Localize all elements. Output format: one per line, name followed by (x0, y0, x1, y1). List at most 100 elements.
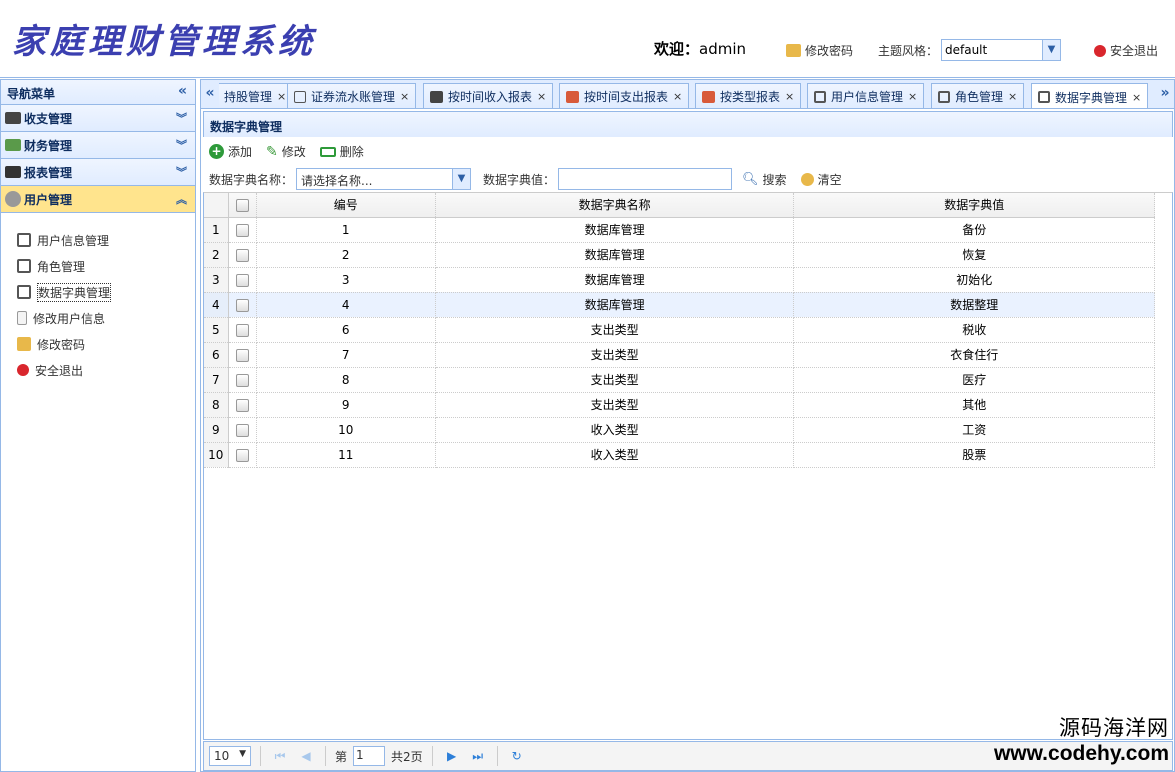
org-chart-icon (566, 90, 579, 103)
column-header-name[interactable]: 数据字典名称 (435, 193, 795, 218)
page-prefix: 第 (335, 749, 348, 764)
username: admin (699, 40, 747, 58)
row-checkbox[interactable] (228, 242, 257, 268)
user-edit-icon (17, 311, 27, 325)
first-page-icon[interactable]: ⏮ (270, 749, 290, 764)
collapse-left-icon[interactable]: « (178, 83, 187, 99)
dict-value-input[interactable] (558, 168, 733, 190)
sidebar-item-roles[interactable]: 角色管理 (17, 253, 195, 279)
close-icon[interactable]: × (537, 90, 546, 103)
menu-label: 修改用户信息 (33, 311, 106, 326)
toolbar: + 添加 ✎ 修改 删除 (209, 143, 364, 160)
theme-select[interactable]: default ▼ (941, 39, 1061, 61)
chevron-down-icon[interactable]: ▼ (1042, 40, 1060, 60)
close-icon[interactable]: × (785, 90, 794, 103)
table-row[interactable]: 2 2 数据库管理 恢复 (204, 242, 1155, 268)
ledger-icon (294, 90, 306, 103)
table-row[interactable]: 8 9 支出类型 其他 (204, 392, 1155, 418)
table-row[interactable]: 7 8 支出类型 医疗 (204, 367, 1155, 393)
tab-type-report[interactable]: 按类型报表 × (695, 83, 802, 108)
close-icon[interactable]: × (1008, 90, 1017, 103)
page-size-select[interactable]: 10 ▼ (209, 746, 251, 766)
search-button[interactable]: 🔍︎ 搜索 (742, 171, 787, 188)
column-header-value[interactable]: 数据字典值 (793, 193, 1155, 218)
prev-page-icon[interactable]: ◀ (296, 749, 316, 763)
table-row[interactable]: 3 3 数据库管理 初始化 (204, 267, 1155, 293)
logout-link[interactable]: 安全退出 (1094, 42, 1158, 59)
row-number: 7 (204, 367, 229, 393)
sidebar-item-user-info[interactable]: 用户信息管理 (17, 227, 195, 253)
sidebar-item-logout[interactable]: 安全退出 (17, 357, 195, 383)
cell-value: 数据整理 (793, 292, 1155, 318)
row-checkbox[interactable] (228, 367, 257, 393)
table-row[interactable]: 9 10 收入类型 工资 (204, 417, 1155, 443)
row-checkbox[interactable] (228, 417, 257, 443)
tab-expense-report[interactable]: 按时间支出报表 × (559, 83, 690, 108)
select-all-checkbox[interactable] (228, 193, 257, 218)
change-password-link[interactable]: 修改密码 (786, 42, 853, 59)
welcome-text: 欢迎：admin (654, 38, 746, 59)
sidebar-item-dictionary[interactable]: 数据字典管理 (17, 279, 195, 305)
cell-name: 支出类型 (435, 342, 795, 368)
tab-securities[interactable]: 证券流水账管理 × (287, 83, 417, 108)
sidebar-section-users[interactable]: 用户管理 ︽ (1, 186, 195, 213)
add-button[interactable]: + 添加 (209, 143, 252, 160)
row-checkbox[interactable] (228, 217, 257, 243)
row-checkbox[interactable] (228, 392, 257, 418)
sidebar-section-reports[interactable]: 报表管理 ︾ (1, 159, 195, 186)
cell-name: 数据库管理 (435, 217, 795, 243)
cell-value: 初始化 (793, 267, 1155, 293)
table-header-row: 编号 数据字典名称 数据字典值 (204, 193, 1155, 218)
section-label: 报表管理 (24, 165, 73, 180)
add-label: 添加 (228, 145, 253, 159)
cell-id: 3 (256, 267, 436, 293)
cell-name: 数据库管理 (435, 267, 795, 293)
tab-scroll-left-icon[interactable]: « (201, 80, 219, 108)
sidebar-item-edit-user[interactable]: 修改用户信息 (17, 305, 195, 331)
main-content: 持股管理 × « 证券流水账管理 × 按时间收入报表 × 按时间支出报表 × 按… (200, 79, 1175, 772)
key-icon (17, 337, 31, 351)
refresh-icon[interactable]: ↻ (507, 749, 527, 763)
close-icon[interactable]: × (277, 90, 286, 103)
tab-label: 角色管理 (955, 90, 1004, 104)
chevron-down-icon: ▼ (239, 749, 246, 759)
cell-id: 8 (256, 367, 436, 393)
sidebar-section-income[interactable]: 收支管理 ︾ (1, 105, 195, 132)
clear-icon (800, 172, 814, 186)
row-checkbox[interactable] (228, 442, 257, 468)
row-checkbox[interactable] (228, 317, 257, 343)
last-page-icon[interactable]: ⏭ (468, 749, 488, 764)
cell-value: 税收 (793, 317, 1155, 343)
tab-scroll-right-icon[interactable]: » (1156, 80, 1174, 108)
dict-name-select[interactable]: 请选择名称... ▼ (296, 168, 472, 190)
close-icon[interactable]: × (1132, 91, 1141, 104)
edit-label: 修改 (281, 145, 306, 159)
table-row[interactable]: 6 7 支出类型 衣食住行 (204, 342, 1155, 368)
tab-user-info[interactable]: 用户信息管理 × (807, 83, 925, 108)
tab-label: 证券流水账管理 (311, 90, 396, 104)
next-page-icon[interactable]: ▶ (442, 749, 462, 763)
tab-dictionary[interactable]: 数据字典管理 × (1031, 83, 1149, 108)
column-header-id[interactable]: 编号 (256, 193, 436, 218)
menu-label: 用户信息管理 (37, 233, 110, 248)
row-checkbox[interactable] (228, 292, 257, 318)
table-row[interactable]: 1 1 数据库管理 备份 (204, 217, 1155, 243)
edit-button[interactable]: ✎ 修改 (266, 143, 306, 160)
page-number-input[interactable]: 1 (353, 746, 386, 766)
close-icon[interactable]: × (673, 90, 682, 103)
tab-roles[interactable]: 角色管理 × (931, 83, 1025, 108)
sidebar-section-finance[interactable]: 财务管理 ︾ (1, 132, 195, 159)
clear-button[interactable]: 清空 (800, 171, 842, 188)
close-icon[interactable]: × (908, 90, 917, 103)
tab-income-report[interactable]: 按时间收入报表 × (423, 83, 554, 108)
chevron-down-icon[interactable]: ▼ (452, 169, 471, 189)
table-row[interactable]: 5 6 支出类型 税收 (204, 317, 1155, 343)
table-row[interactable]: 10 11 收入类型 股票 (204, 442, 1155, 468)
row-checkbox[interactable] (228, 342, 257, 368)
table-row[interactable]: 4 4 数据库管理 数据整理 (204, 292, 1155, 318)
close-icon[interactable]: × (400, 90, 409, 103)
delete-button[interactable]: 删除 (319, 143, 364, 160)
row-checkbox[interactable] (228, 267, 257, 293)
people-icon (5, 139, 21, 151)
sidebar-item-change-password[interactable]: 修改密码 (17, 331, 195, 357)
